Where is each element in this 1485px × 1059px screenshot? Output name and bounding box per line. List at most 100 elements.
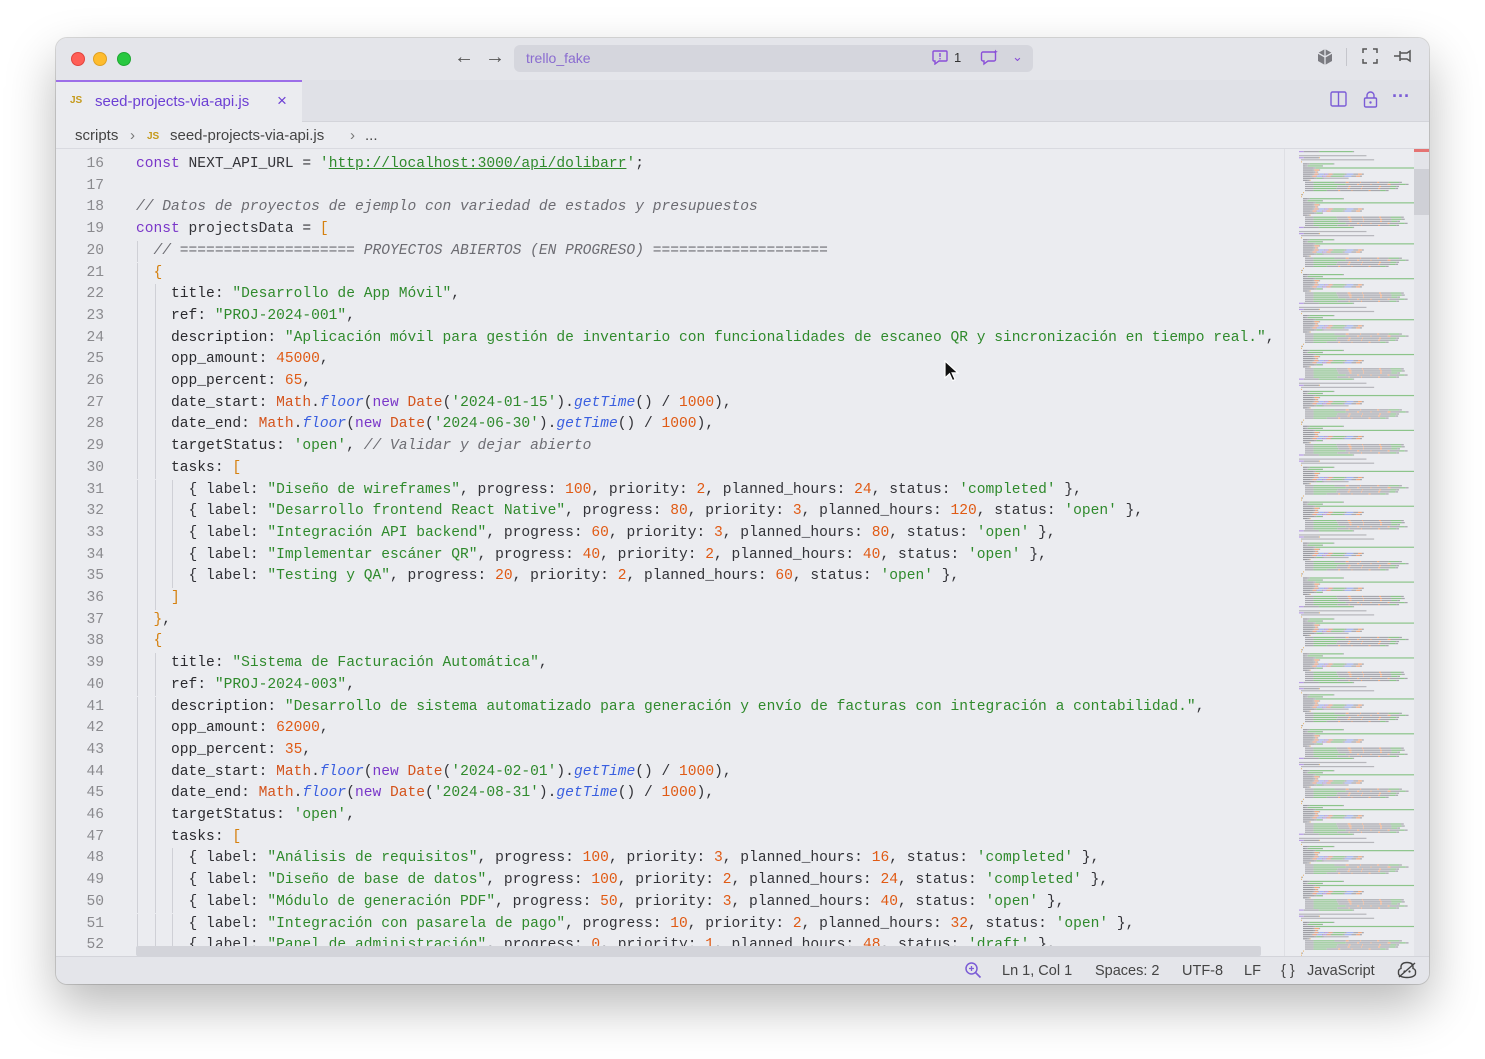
minimap-token — [1334, 485, 1346, 487]
minimap-token — [1362, 755, 1379, 757]
code-line[interactable]: 47 tasks: [ — [56, 826, 1284, 849]
language-mode[interactable]: JavaScript — [1307, 963, 1375, 979]
pin-icon[interactable] — [1391, 48, 1413, 69]
code-line[interactable]: 44 date_start: Math.floor(new Date('2024… — [56, 761, 1284, 784]
code-line[interactable]: 30 tasks: [ — [56, 457, 1284, 480]
minimap-token — [1313, 585, 1316, 587]
minimap-token — [1337, 716, 1349, 718]
minimap-token — [1401, 370, 1405, 372]
copilot-icon[interactable] — [980, 49, 999, 70]
code-line[interactable]: 19 const projectsData = [ — [56, 219, 1284, 241]
minimap-token — [1303, 364, 1315, 366]
zoom-icon[interactable] — [964, 961, 982, 983]
arrow-right-icon[interactable]: → — [483, 46, 507, 69]
extensions-icon[interactable] — [1314, 48, 1336, 71]
code-line[interactable]: 20 // ==================== PROYECTOS ABI… — [56, 240, 1284, 263]
indentation[interactable]: Spaces: 2 — [1095, 963, 1160, 979]
minimap-token — [1387, 411, 1391, 413]
lock-icon[interactable] — [1360, 91, 1380, 113]
code-line[interactable]: 25 opp_amount: 45000, — [56, 349, 1284, 371]
code-line[interactable]: 23 ref: "PROJ-2024-001", — [56, 305, 1284, 328]
minimap-token — [1323, 739, 1325, 741]
breadcrumb-folder[interactable]: scripts — [75, 127, 118, 144]
code-line[interactable]: 29 targetStatus: 'open', // Validar y de… — [56, 436, 1284, 458]
code-line[interactable]: 51 { label: "Integración con pasarela de… — [56, 913, 1284, 936]
minimize-window-button[interactable] — [93, 52, 107, 66]
minimap-token — [1385, 417, 1389, 419]
code-line[interactable]: 35 { label: "Testing y QA", progress: 20… — [56, 566, 1284, 588]
code-line[interactable]: 45 date_end: Math.floor(new Date('2024-0… — [56, 783, 1284, 805]
cursor-position[interactable]: Ln 1, Col 1 — [1002, 963, 1072, 979]
code-line[interactable]: 49 { label: "Diseño de base de datos", p… — [56, 870, 1284, 892]
code-line[interactable]: 39 title: "Sistema de Facturación Automá… — [56, 653, 1284, 675]
chat-icon[interactable] — [932, 50, 948, 68]
code-line[interactable]: 34 { label: "Implementar escáner QR", pr… — [56, 544, 1284, 567]
code-token: , status: — [897, 872, 986, 889]
code-line[interactable]: 21 { — [56, 262, 1284, 285]
vertical-scrollbar[interactable] — [1414, 149, 1429, 956]
split-editor-icon[interactable] — [1328, 91, 1348, 112]
code-text: tasks: [ — [136, 458, 241, 480]
code-line[interactable]: 46 targetStatus: 'open', — [56, 805, 1284, 827]
horizontal-scrollbar[interactable] — [136, 946, 1261, 956]
code-line[interactable]: 41 description: "Desarrollo de sistema a… — [56, 696, 1284, 719]
minimap-token — [1333, 435, 1345, 438]
code-line[interactable]: 27 date_start: Math.floor(new Date('2024… — [56, 392, 1284, 415]
minimap-token — [1378, 491, 1381, 493]
minimap-token — [1358, 284, 1362, 286]
minimap-token — [1378, 794, 1381, 796]
code-line[interactable]: 43 opp_percent: 35, — [56, 739, 1284, 762]
arrow-left-icon[interactable]: ← — [452, 46, 476, 69]
minimap-token — [1336, 292, 1348, 294]
breadcrumb-file[interactable]: seed-projects-via-api.js — [170, 127, 324, 144]
code-line[interactable]: 26 opp_percent: 65, — [56, 371, 1284, 393]
minimap-token — [1362, 415, 1379, 417]
code-token: 65 — [284, 373, 303, 389]
code-editor[interactable]: 16 const NEXT_API_URL = 'http://localhost… — [56, 149, 1284, 956]
code-line[interactable]: 17 — [56, 176, 1284, 198]
code-line[interactable]: 36 ] — [56, 588, 1284, 610]
minimap-token — [1303, 735, 1313, 737]
minimap-token — [1316, 630, 1318, 632]
minimap[interactable] — [1284, 149, 1429, 984]
minimap-token — [1313, 505, 1316, 507]
code-line[interactable]: 24 description: "Aplicación móvil para g… — [56, 327, 1284, 350]
code-line[interactable]: 32 { label: "Desarrollo frontend React N… — [56, 501, 1284, 523]
maximize-window-button[interactable] — [117, 52, 131, 66]
copilot-status-icon[interactable] — [1397, 961, 1417, 983]
encoding[interactable]: UTF-8 — [1182, 963, 1223, 979]
minimap-token — [1303, 251, 1311, 253]
code-line[interactable]: 38 { — [56, 631, 1284, 654]
command-center-search[interactable]: trello_fake 1 ⌄ — [514, 45, 1033, 72]
close-window-button[interactable] — [71, 52, 85, 66]
code-line[interactable]: 48 { label: "Análisis de requisitos", pr… — [56, 848, 1284, 871]
scrollbar-thumb[interactable] — [1414, 169, 1429, 215]
minimap-token — [1303, 921, 1308, 923]
code-line[interactable]: 33 { label: "Integración API backend", p… — [56, 522, 1284, 545]
code-line[interactable]: 28 date_end: Math.floor(new Date('2024-0… — [56, 414, 1284, 437]
code-line[interactable]: 18// Datos de proyectos de ejemplo con v… — [56, 197, 1284, 219]
minimap-token — [1314, 776, 1320, 778]
code-line[interactable]: 37 }, — [56, 609, 1284, 632]
breadcrumb-more[interactable]: ... — [365, 127, 378, 144]
minimap-token — [1299, 230, 1367, 233]
minimap-token — [1340, 796, 1352, 798]
code-line[interactable]: 22 title: "Desarrollo de App Móvil", — [56, 284, 1284, 306]
minimap-token — [1360, 485, 1362, 487]
minimap-token — [1309, 239, 1334, 241]
code-text: { label: "Integración API backend", prog… — [136, 523, 1056, 545]
code-line[interactable]: 16 const NEXT_API_URL = 'http://localhost… — [56, 154, 1284, 176]
minimap-token — [1360, 940, 1362, 942]
code-line[interactable]: 42 opp_amount: 62000, — [56, 718, 1284, 740]
close-icon[interactable]: × — [277, 91, 287, 111]
line-ending[interactable]: LF — [1244, 963, 1261, 979]
chevron-down-icon[interactable]: ⌄ — [1012, 49, 1023, 65]
more-icon[interactable]: ··· — [1391, 86, 1411, 107]
code-line[interactable]: 31 { label: "Diseño de wireframes", prog… — [56, 479, 1284, 502]
minimap-token — [1323, 784, 1349, 786]
code-line[interactable]: 40 ref: "PROJ-2024-003", — [56, 674, 1284, 697]
tab-seed-projects[interactable]: JS seed-projects-via-api.js × — [56, 80, 302, 122]
minimap-token — [1380, 339, 1390, 341]
code-line[interactable]: 50 { label: "Módulo de generación PDF", … — [56, 891, 1284, 914]
fullscreen-icon[interactable] — [1359, 48, 1381, 69]
